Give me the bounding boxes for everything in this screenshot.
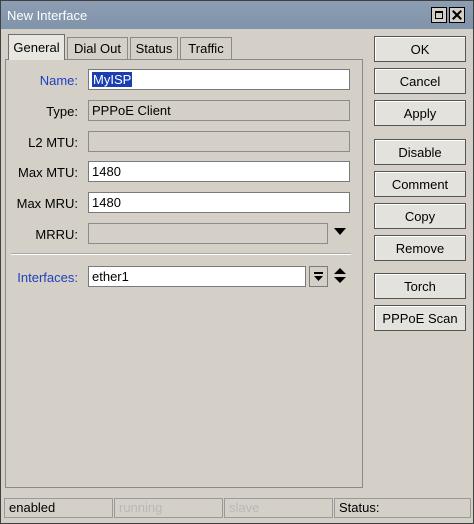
max-mru-label: Max MRU: bbox=[16, 196, 78, 211]
tab-label: Traffic bbox=[188, 41, 224, 56]
status-slave: slave bbox=[224, 498, 333, 518]
dropdown-list-icon bbox=[314, 272, 323, 281]
copy-button[interactable]: Copy bbox=[374, 203, 466, 229]
interfaces-label[interactable]: Interfaces: bbox=[6, 270, 78, 285]
l2-mtu-label: L2 MTU: bbox=[28, 135, 78, 150]
apply-button[interactable]: Apply bbox=[374, 100, 466, 126]
tab-label: Status bbox=[135, 41, 173, 56]
status-text: Status: bbox=[334, 498, 471, 518]
max-mru-input[interactable]: 1480 bbox=[88, 192, 350, 213]
mrru-label: MRRU: bbox=[35, 227, 78, 242]
torch-button[interactable]: Torch bbox=[374, 273, 466, 299]
status-enabled: enabled bbox=[4, 498, 113, 518]
status-running: running bbox=[114, 498, 223, 518]
pppoe-scan-button[interactable]: PPPoE Scan bbox=[374, 305, 466, 331]
dropdown-icon[interactable] bbox=[334, 228, 346, 236]
tab-label: General bbox=[13, 40, 60, 55]
type-label: Type: bbox=[46, 104, 78, 119]
tab-label: Dial Out bbox=[74, 41, 121, 56]
cancel-button[interactable]: Cancel bbox=[374, 68, 466, 94]
ok-button[interactable]: OK bbox=[374, 36, 466, 62]
name-label[interactable]: Name: bbox=[6, 73, 78, 88]
maximize-icon bbox=[435, 11, 443, 19]
name-input[interactable]: MyISP bbox=[88, 69, 350, 90]
maximize-button[interactable] bbox=[431, 7, 447, 23]
tab-traffic[interactable]: Traffic bbox=[180, 37, 232, 59]
window-title: New Interface bbox=[7, 8, 88, 23]
tab-dial-out[interactable]: Dial Out bbox=[67, 37, 128, 59]
separator bbox=[11, 253, 351, 255]
close-button[interactable] bbox=[449, 7, 465, 23]
tab-status[interactable]: Status bbox=[130, 37, 178, 59]
tab-general[interactable]: General bbox=[8, 34, 65, 60]
comment-button[interactable]: Comment bbox=[374, 171, 466, 197]
new-interface-window: New Interface General Dial Out Status Tr… bbox=[0, 0, 474, 524]
up-down-arrows-icon[interactable] bbox=[334, 267, 346, 285]
max-mtu-label: Max MTU: bbox=[18, 165, 78, 180]
title-bar[interactable]: New Interface bbox=[1, 1, 473, 29]
mrru-field[interactable] bbox=[88, 223, 328, 244]
type-field: PPPoE Client bbox=[88, 100, 350, 121]
list-toggle-button[interactable] bbox=[309, 266, 328, 287]
remove-button[interactable]: Remove bbox=[374, 235, 466, 261]
max-mtu-input[interactable]: 1480 bbox=[88, 161, 350, 182]
l2-mtu-field bbox=[88, 131, 350, 152]
name-value: MyISP bbox=[92, 72, 133, 87]
close-icon bbox=[452, 10, 462, 20]
interfaces-select[interactable]: ether1 bbox=[88, 266, 306, 287]
disable-button[interactable]: Disable bbox=[374, 139, 466, 165]
